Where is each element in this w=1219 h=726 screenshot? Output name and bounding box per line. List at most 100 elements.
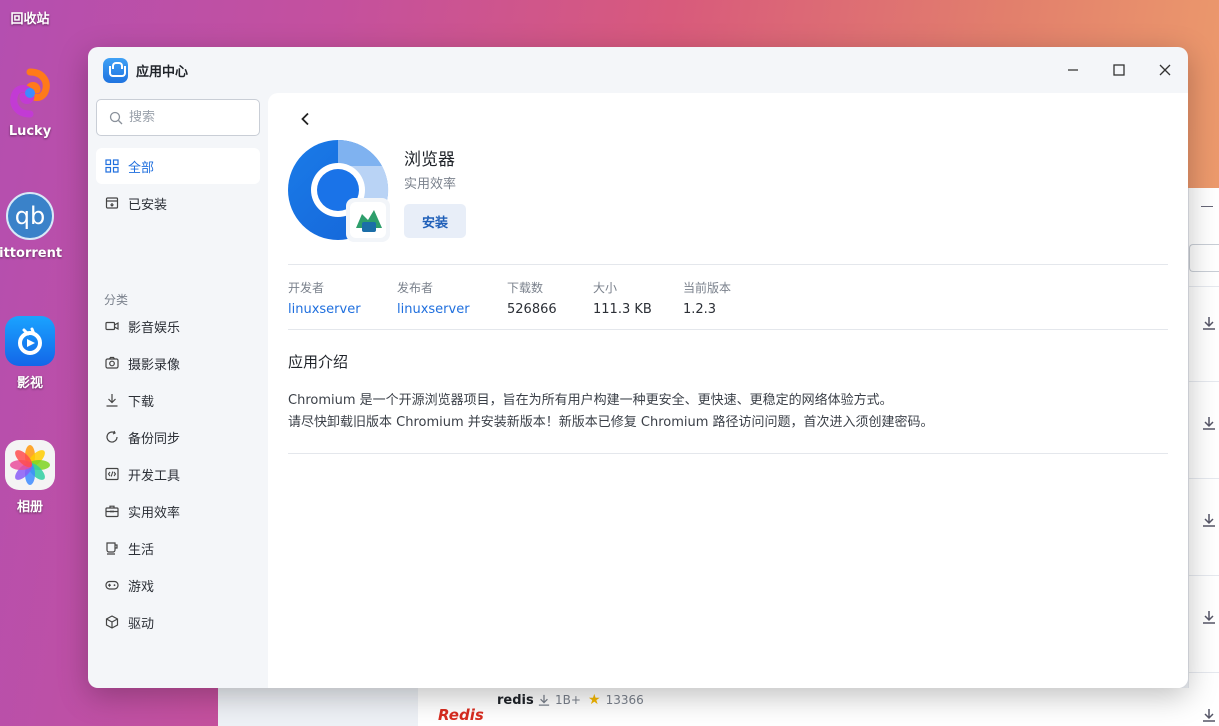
sidebar-item-drivers[interactable]: 驱动 [96,604,260,640]
sidebar-item-backup[interactable]: 备份同步 [96,419,260,455]
chromium-app-icon [288,139,390,242]
search-box[interactable] [96,99,260,136]
sidebar-item-devtools[interactable]: 开发工具 [96,456,260,492]
sidebar: 全部 已安装 分类 影音娱乐 摄影录像 下载 [88,93,268,688]
desktop-recycle-bin[interactable]: 回收站 [0,8,60,27]
intro-line: 请尽快卸载旧版本 Chromium 并安装新版本！新版本已修复 Chromium… [288,415,934,430]
background-minimize-icon [1201,206,1213,207]
category-section-label: 分类 [104,293,129,307]
desktop-recycle-bin-label: 回收站 [10,12,50,27]
redis-stars-count: 13366 [605,693,644,707]
background-download-icon[interactable] [1202,708,1216,726]
sidebar-item-all[interactable]: 全部 [96,148,260,184]
qbittorrent-icon: qb [6,192,54,240]
installed-box-icon [104,195,120,211]
maximize-button[interactable] [1106,57,1132,83]
desktop-album[interactable]: 相册 [0,440,60,515]
meta-developer: 开发者 linuxserver [288,279,361,317]
close-button[interactable] [1152,57,1178,83]
minimize-button[interactable] [1060,57,1086,83]
redis-downloads-count: 1B+ [555,693,581,707]
cube-icon [104,614,120,630]
app-center-logo-icon [103,57,128,83]
desktop-video-label: 影视 [16,376,43,391]
background-redis-row[interactable]: Redis redis 1B+ ★ 13366 [418,688,1219,726]
redis-downloads: 1B+ [538,693,581,707]
downloads-value: 526866 [507,302,557,317]
background-download-icon[interactable] [1202,610,1216,628]
background-download-icon[interactable] [1202,316,1216,334]
code-icon [104,466,120,482]
chevron-left-icon [301,112,309,126]
download-icon [104,392,120,408]
sidebar-item-games[interactable]: 游戏 [96,567,260,603]
photos-app-icon [5,440,55,490]
sidebar-item-label: 备份同步 [128,431,181,447]
sidebar-item-label: 游戏 [128,579,155,595]
window-title: 应用中心 [136,64,189,80]
desktop-qbittorrent[interactable]: qb qBittorrent [0,192,62,261]
sidebar-item-label: 开发工具 [128,468,181,484]
meta-label: 大小 [593,281,618,295]
sidebar-item-label: 下载 [128,394,155,410]
divider [288,329,1168,330]
intro-line: Chromium 是一个开源浏览器项目，旨在为所有用户构建一种更安全、更快速、更… [288,393,893,408]
sidebar-item-label: 生活 [128,542,155,558]
sidebar-item-photography[interactable]: 摄影录像 [96,345,260,381]
meta-version: 当前版本 1.2.3 [683,279,731,317]
redis-stars: ★ 13366 [588,692,644,708]
developer-link[interactable]: linuxserver [288,302,361,317]
sidebar-item-label: 实用效率 [128,505,181,521]
cup-icon [104,540,120,556]
search-input[interactable] [129,110,249,125]
divider [288,453,1168,454]
meta-label: 下载数 [507,281,544,295]
sidebar-item-installed[interactable]: 已安装 [96,185,260,221]
publisher-link[interactable]: linuxserver [397,302,470,317]
search-icon [109,111,123,124]
sidebar-item-download[interactable]: 下载 [96,382,260,418]
minimize-icon [1068,69,1078,71]
install-button[interactable]: 安装 [404,204,466,238]
meta-label: 当前版本 [683,281,732,295]
back-button[interactable] [294,107,318,131]
title-bar[interactable]: 应用中心 [88,47,1188,93]
app-detail-pane: 浏览器 实用效率 安装 开发者 linuxserver 发布者 linuxser… [268,93,1188,688]
background-download-icon[interactable] [1202,416,1216,434]
sidebar-item-label: 已安装 [128,197,168,213]
video-app-icon [5,316,55,366]
grid-icon [104,158,120,174]
video-camera-icon [104,318,120,334]
app-name: 浏览器 [404,150,455,170]
meta-downloads: 下载数 526866 [507,279,557,317]
background-search-input[interactable] [1189,244,1219,272]
sidebar-item-productivity[interactable]: 实用效率 [96,493,260,529]
desktop-album-label: 相册 [16,500,43,515]
desktop-lucky-label: Lucky [8,124,52,139]
close-icon [1159,64,1171,76]
gamepad-icon [104,577,120,593]
toolbox-icon [104,503,120,519]
lucky-icon [5,68,55,118]
meta-label: 开发者 [288,281,325,295]
version-value: 1.2.3 [683,302,717,317]
sync-icon [104,429,120,445]
background-window-list [1188,188,1219,726]
camera-icon [104,355,120,371]
meta-size: 大小 111.3 KB [593,279,652,317]
divider [288,264,1168,265]
star-icon: ★ [588,692,601,708]
desktop-video[interactable]: 影视 [0,316,60,391]
sidebar-item-label: 摄影录像 [128,357,181,373]
maximize-icon [1113,64,1125,76]
meta-publisher: 发布者 linuxserver [397,279,470,317]
background-download-icon[interactable] [1202,513,1216,531]
download-icon [538,694,550,706]
sidebar-item-label: 驱动 [128,616,155,632]
sidebar-item-life[interactable]: 生活 [96,530,260,566]
app-center-window: 应用中心 全部 已安装 分类 [88,47,1188,688]
redis-app-name: redis [497,693,534,708]
intro-title: 应用介绍 [288,353,349,371]
desktop-lucky[interactable]: Lucky [0,68,60,139]
sidebar-item-media[interactable]: 影音娱乐 [96,308,260,344]
